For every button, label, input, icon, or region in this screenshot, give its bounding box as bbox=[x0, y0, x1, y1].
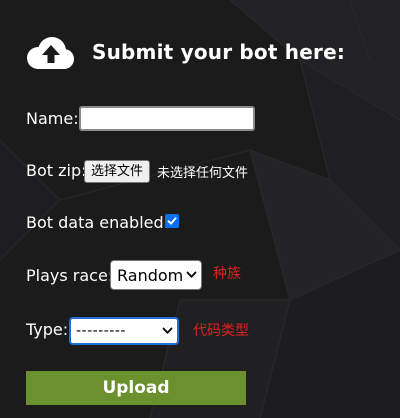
race-note: 种族 bbox=[213, 266, 241, 282]
page-title: Submit your bot here: bbox=[92, 40, 346, 64]
name-label: Name: bbox=[26, 109, 79, 128]
cloud-upload-icon bbox=[25, 36, 75, 72]
type-selected-value: --------- bbox=[76, 323, 126, 339]
chevron-down-icon bbox=[162, 327, 173, 334]
type-label: Type: bbox=[26, 320, 69, 339]
upload-button[interactable]: Upload bbox=[26, 371, 246, 405]
choose-file-button[interactable]: 选择文件 bbox=[84, 160, 151, 183]
type-select[interactable]: --------- bbox=[69, 317, 179, 345]
bot-zip-label: Bot zip: bbox=[26, 161, 87, 180]
race-select[interactable]: Random bbox=[110, 260, 202, 290]
race-label: Plays race: bbox=[26, 266, 114, 285]
race-selected-value: Random bbox=[117, 266, 184, 285]
file-status-text: 未选择任何文件 bbox=[157, 166, 249, 181]
bot-data-label: Bot data enabled: bbox=[26, 213, 170, 232]
type-note: 代码类型 bbox=[193, 323, 249, 339]
name-input[interactable] bbox=[79, 106, 255, 131]
checkmark-icon bbox=[167, 217, 177, 225]
bot-data-checkbox[interactable] bbox=[165, 214, 179, 228]
chevron-down-icon bbox=[186, 271, 197, 278]
bot-submit-form: Submit your bot here: Name: Bot zip: 选择文… bbox=[0, 0, 400, 418]
